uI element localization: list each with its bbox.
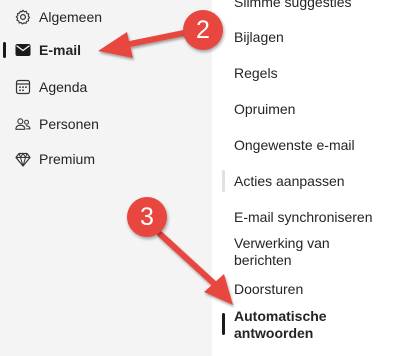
arrow-to-email [98,30,187,58]
annotation-badge-3: 3 [127,197,167,237]
arrow-to-automatische-antwoorden [157,231,233,305]
annotation-arrows [98,30,233,305]
annotation-badge-2: 2 [183,10,223,50]
